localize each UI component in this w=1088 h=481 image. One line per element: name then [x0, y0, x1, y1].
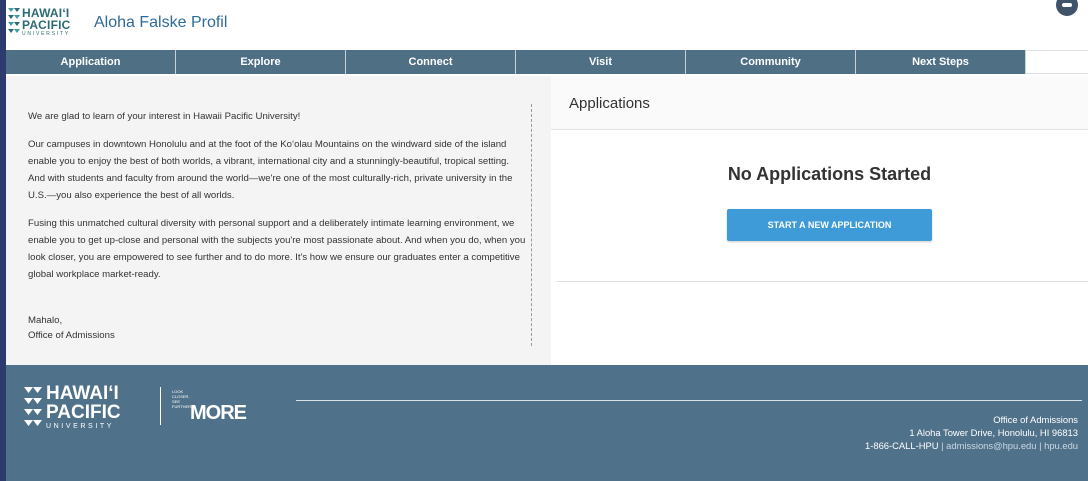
footer-logo-separator [160, 387, 161, 425]
footer-logo-mark-icon [24, 387, 42, 426]
nav-spacer [1026, 50, 1088, 74]
welcome-signature: Mahalo, Office of Admissions [28, 313, 115, 343]
nav-item-explore[interactable]: Explore [176, 50, 346, 74]
footer-phone[interactable]: 1-866-CALL-HPU [865, 440, 938, 451]
welcome-paragraph-1: We are glad to learn of your interest in… [28, 111, 301, 122]
welcome-text: We are glad to learn of your interest in… [28, 108, 528, 294]
applications-title: Applications [569, 95, 650, 112]
nav-item-connect[interactable]: Connect [346, 50, 516, 74]
site-footer: HAWAIʻI PACIFIC UNIVERSITY LOOK CLOSER. … [6, 365, 1088, 481]
footer-logo-line2: PACIFIC [46, 402, 121, 423]
applications-divider [557, 281, 1088, 282]
applications-header: Applications [551, 76, 1088, 130]
footer-email-web[interactable]: | admissions@hpu.edu | hpu.edu [939, 440, 1078, 451]
no-applications-message: No Applications Started [727, 164, 932, 184]
page: HAWAIʻI PACIFIC UNIVERSITY Aloha Falske … [0, 0, 1088, 481]
welcome-paragraph-2: Our campuses in downtown Honolulu and at… [28, 139, 513, 201]
hpu-logo[interactable]: HAWAIʻI PACIFIC UNIVERSITY [22, 7, 71, 38]
footer-address: 1 Aloha Tower Drive, Honolulu, HI 96813 [909, 427, 1078, 438]
nav-item-application[interactable]: Application [6, 50, 176, 74]
footer-logo-line1: HAWAIʻI [46, 383, 119, 404]
footer-hpu-logo[interactable]: HAWAIʻI PACIFIC UNIVERSITY [46, 384, 121, 432]
panel-divider [531, 104, 532, 346]
logo-line3: UNIVERSITY [22, 31, 71, 37]
applications-panel: Applications No Applications Started STA… [551, 76, 1088, 365]
start-new-application-button[interactable]: START A NEW APPLICATION [727, 209, 932, 241]
nav-item-next-steps[interactable]: Next Steps [856, 50, 1026, 74]
logo-line2: PACIFIC [22, 18, 71, 32]
main-nav: Application Explore Connect Visit Commun… [6, 50, 1088, 74]
footer-logo-line3: UNIVERSITY [46, 423, 115, 430]
footer-contact-line: 1-866-CALL-HPU | admissions@hpu.edu | hp… [865, 439, 1078, 452]
hpu-logo-mark-icon [8, 8, 20, 33]
user-avatar-icon[interactable] [1056, 0, 1078, 16]
closing-text: Mahalo, [28, 315, 63, 326]
tagline-more: MORE [190, 402, 247, 424]
signature-text: Office of Admissions [28, 330, 115, 341]
welcome-panel: We are glad to learn of your interest in… [6, 76, 551, 365]
welcome-paragraph-3: Fusing this unmatched cultural diversity… [28, 218, 526, 280]
footer-contact: Office of Admissions 1 Aloha Tower Drive… [865, 413, 1078, 452]
nav-item-visit[interactable]: Visit [516, 50, 686, 74]
footer-rule [296, 400, 1082, 401]
nav-item-community[interactable]: Community [686, 50, 856, 74]
footer-office: Office of Admissions [993, 414, 1078, 425]
portal-title[interactable]: Aloha Falske Profil [94, 14, 227, 32]
site-header: HAWAIʻI PACIFIC UNIVERSITY Aloha Falske … [6, 0, 1088, 48]
